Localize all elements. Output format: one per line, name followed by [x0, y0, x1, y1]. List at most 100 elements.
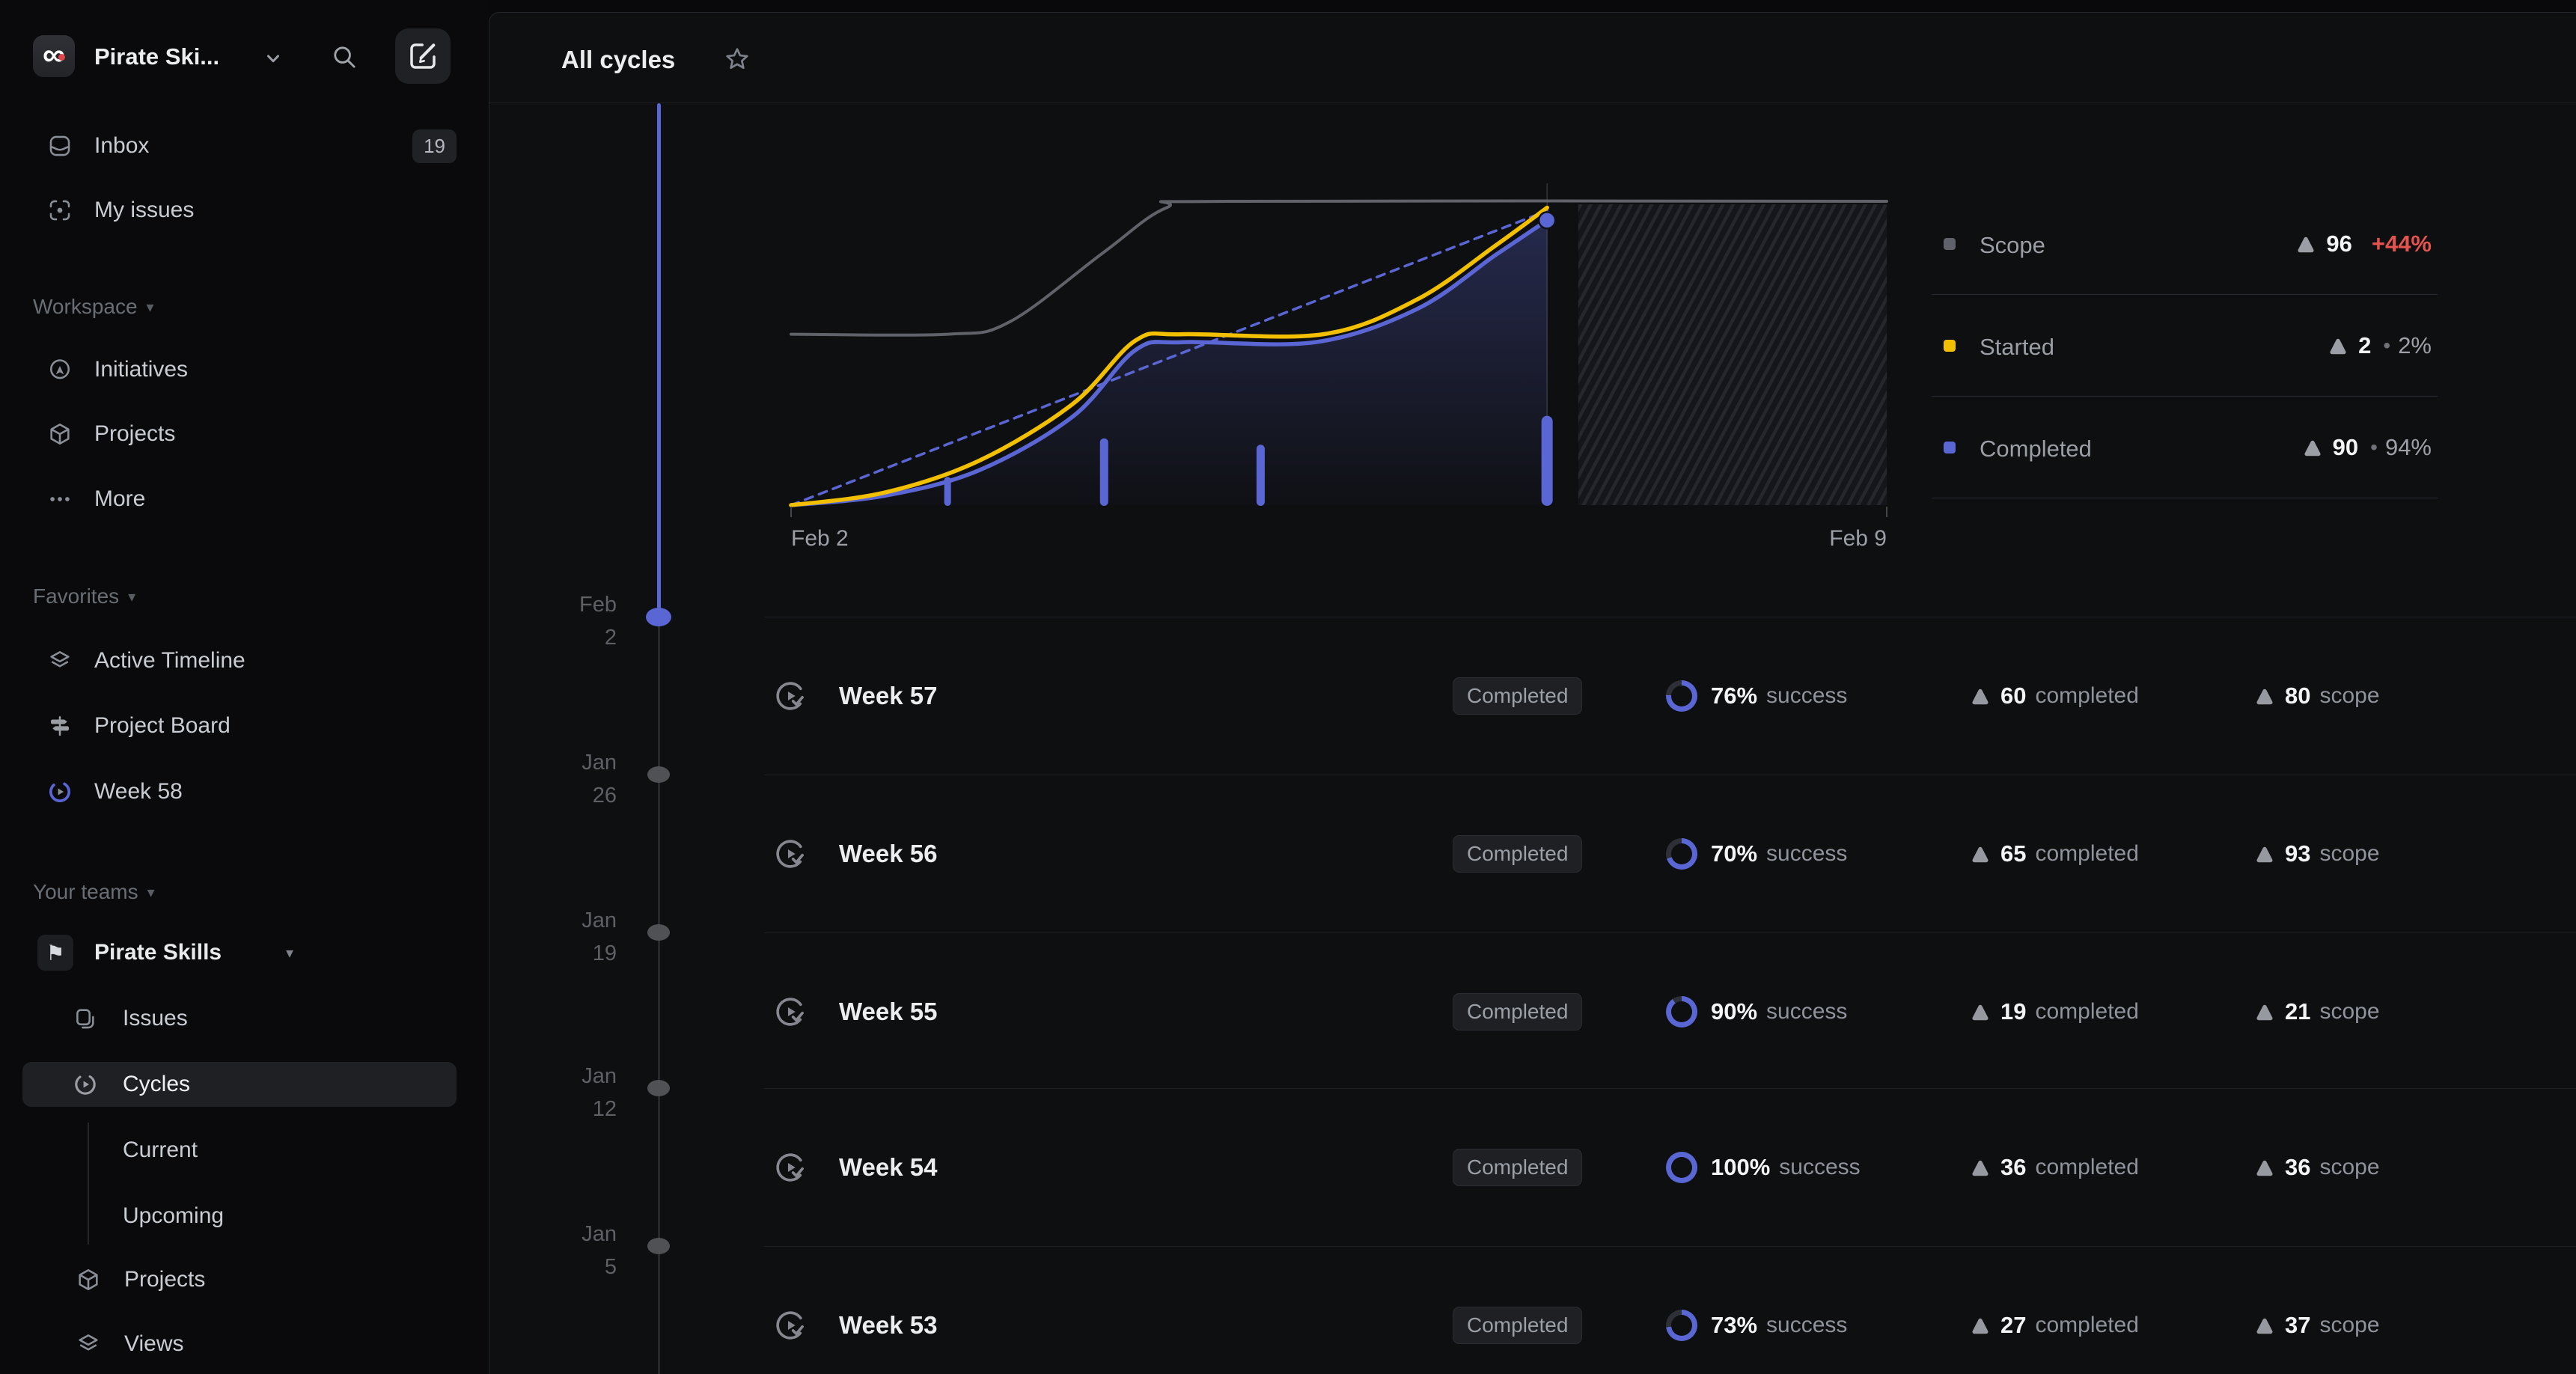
sidebar-item-more[interactable]: More — [0, 477, 489, 522]
cycle-done-icon — [773, 1150, 808, 1185]
section-header-workspace[interactable]: Workspace▾ — [33, 292, 154, 322]
cycle-success: 76% success — [1666, 680, 1847, 712]
legend-row: Started 2 • 2% — [1932, 295, 2438, 396]
completed-count: 65 — [2000, 840, 2026, 867]
star-icon[interactable] — [723, 45, 751, 73]
sidebar-item-label: Projects — [124, 1267, 205, 1292]
sidebar-item-label: Cycles — [123, 1072, 190, 1097]
legend-label: Completed — [1980, 436, 2092, 462]
sidebar-item-team-issues[interactable]: Issues — [0, 996, 489, 1041]
cycle-row[interactable]: Week 53 Completed 73% success 27 complet… — [764, 1247, 2576, 1374]
section-header-favorites[interactable]: Favorites▾ — [33, 581, 135, 611]
sidebar-item-cycles-current[interactable]: Current — [0, 1128, 489, 1173]
cycle-name: Week 53 — [839, 1311, 937, 1340]
scope-count: 21 — [2285, 998, 2310, 1025]
sidebar-item-label: My issues — [94, 198, 194, 223]
cycle-row[interactable]: Week 55 Completed 90% success 19 complet… — [764, 933, 2576, 1090]
legend-label: Started — [1980, 334, 2054, 361]
sidebar-item-team-cycles-selected[interactable]: Cycles — [22, 1062, 457, 1107]
estimate-icon — [2253, 1314, 2276, 1337]
sidebar-item-inbox[interactable]: Inbox 19 — [0, 123, 489, 168]
section-title: Favorites — [33, 584, 119, 608]
sidebar-item-my-issues[interactable]: My issues — [0, 188, 489, 233]
sidebar-team-pirate-skills[interactable]: ⚑ Pirate Skills ▾ — [0, 930, 489, 975]
issues-copy-icon — [73, 1006, 98, 1031]
sidebar-item-label: Initiatives — [94, 357, 188, 382]
timeline-dot — [647, 1080, 670, 1096]
cycle-done-icon — [773, 1308, 808, 1343]
cycle-scope: 21 scope — [2253, 998, 2380, 1025]
sidebar-item-active-timeline[interactable]: Active Timeline — [0, 638, 489, 683]
legend-swatch — [1944, 238, 1956, 250]
sidebar-item-label: Active Timeline — [94, 648, 245, 674]
inbox-count-badge: 19 — [412, 129, 457, 163]
cycle-row[interactable]: Week 57 Completed 76% success 60 complet… — [764, 617, 2576, 775]
cube-icon — [47, 421, 73, 447]
legend-bullet: • — [2383, 334, 2390, 358]
sidebar-item-label: More — [94, 486, 145, 512]
compose-button[interactable] — [395, 28, 451, 84]
scope-word: scope — [2319, 1313, 2379, 1338]
ellipsis-icon — [47, 486, 73, 512]
sidebar-item-team-views[interactable]: Views — [0, 1322, 489, 1367]
sidebar-item-label: Inbox — [94, 133, 149, 159]
success-word: success — [1779, 1155, 1860, 1180]
success-percent: 76% — [1711, 683, 1757, 709]
focus-icon — [47, 198, 73, 223]
cycle-scope: 93 scope — [2253, 840, 2380, 867]
legend-bullet: • — [2370, 436, 2378, 459]
sidebar-item-label: Projects — [94, 421, 175, 447]
cycle-icon — [73, 1072, 98, 1097]
estimate-icon — [1969, 1314, 1991, 1337]
sidebar-item-projects[interactable]: Projects — [0, 412, 489, 457]
timeline-date-label: Jan19 — [504, 904, 617, 970]
completed-count: 60 — [2000, 683, 2026, 709]
workspace-switcher[interactable]: Pirate Ski... — [94, 43, 219, 70]
completed-count: 36 — [2000, 1154, 2026, 1181]
progress-ring-icon — [1666, 996, 1697, 1028]
cycle-scope: 37 scope — [2253, 1312, 2380, 1339]
sidebar-item-team-projects[interactable]: Projects — [0, 1257, 489, 1302]
section-header-your-teams[interactable]: Your teams ▾ — [33, 877, 155, 907]
timeline-date-label: Jan26 — [504, 746, 617, 812]
sidebar-item-project-board[interactable]: Project Board — [0, 703, 489, 748]
sidebar-item-week-58[interactable]: Week 58 — [0, 769, 489, 814]
inbox-icon — [47, 133, 73, 159]
cycle-row[interactable]: Week 56 Completed 70% success 65 complet… — [764, 775, 2576, 932]
legend-row: Completed 90 • 94% — [1932, 397, 2438, 498]
scope-word: scope — [2319, 1155, 2379, 1180]
chevron-down-icon[interactable] — [263, 49, 283, 69]
future-hatch-pattern — [1578, 204, 1887, 505]
cycle-name: Week 54 — [839, 1153, 937, 1182]
success-percent: 70% — [1711, 840, 1757, 867]
chart-legend: Scope 96 +44% Started — [1932, 193, 2438, 498]
workspace-logo[interactable]: ∞ — [33, 35, 75, 77]
completed-word: completed — [2035, 1155, 2138, 1180]
layers-icon — [76, 1331, 101, 1357]
estimate-icon — [1969, 843, 1991, 865]
cycle-row[interactable]: Week 54 Completed 100% success 36 comple… — [764, 1089, 2576, 1246]
legend-swatch — [1944, 340, 1956, 352]
timeline-dot — [647, 1238, 670, 1254]
sidebar-item-label: Project Board — [94, 713, 231, 739]
progress-ring-icon — [1666, 1310, 1697, 1341]
sidebar-item-initiatives[interactable]: Initiatives — [0, 347, 489, 392]
cycle-completed: 19 completed — [1969, 998, 2139, 1025]
logo-red-dot — [58, 54, 65, 61]
sidebar-item-cycles-upcoming[interactable]: Upcoming — [0, 1194, 489, 1239]
timeline-date-label: Jan5 — [504, 1218, 617, 1283]
cycle-completed: 60 completed — [1969, 683, 2139, 709]
section-title: Your teams — [33, 880, 138, 904]
linear-app: ∞ Pirate Ski... Inbox 19 My issues — [0, 0, 2576, 1374]
timeline-rail-line — [658, 617, 660, 1374]
legend-delta: 2% — [2398, 332, 2432, 359]
status-badge: Completed — [1453, 677, 1582, 715]
progress-ring-icon — [1666, 838, 1697, 870]
search-icon[interactable] — [326, 39, 362, 75]
triangle-down-icon: ▾ — [147, 883, 155, 902]
cycle-progress-icon — [47, 779, 73, 804]
scope-count: 37 — [2285, 1312, 2310, 1339]
estimate-icon — [2253, 685, 2276, 707]
legend-value: 2 — [2358, 332, 2371, 359]
success-percent: 90% — [1711, 998, 1757, 1025]
